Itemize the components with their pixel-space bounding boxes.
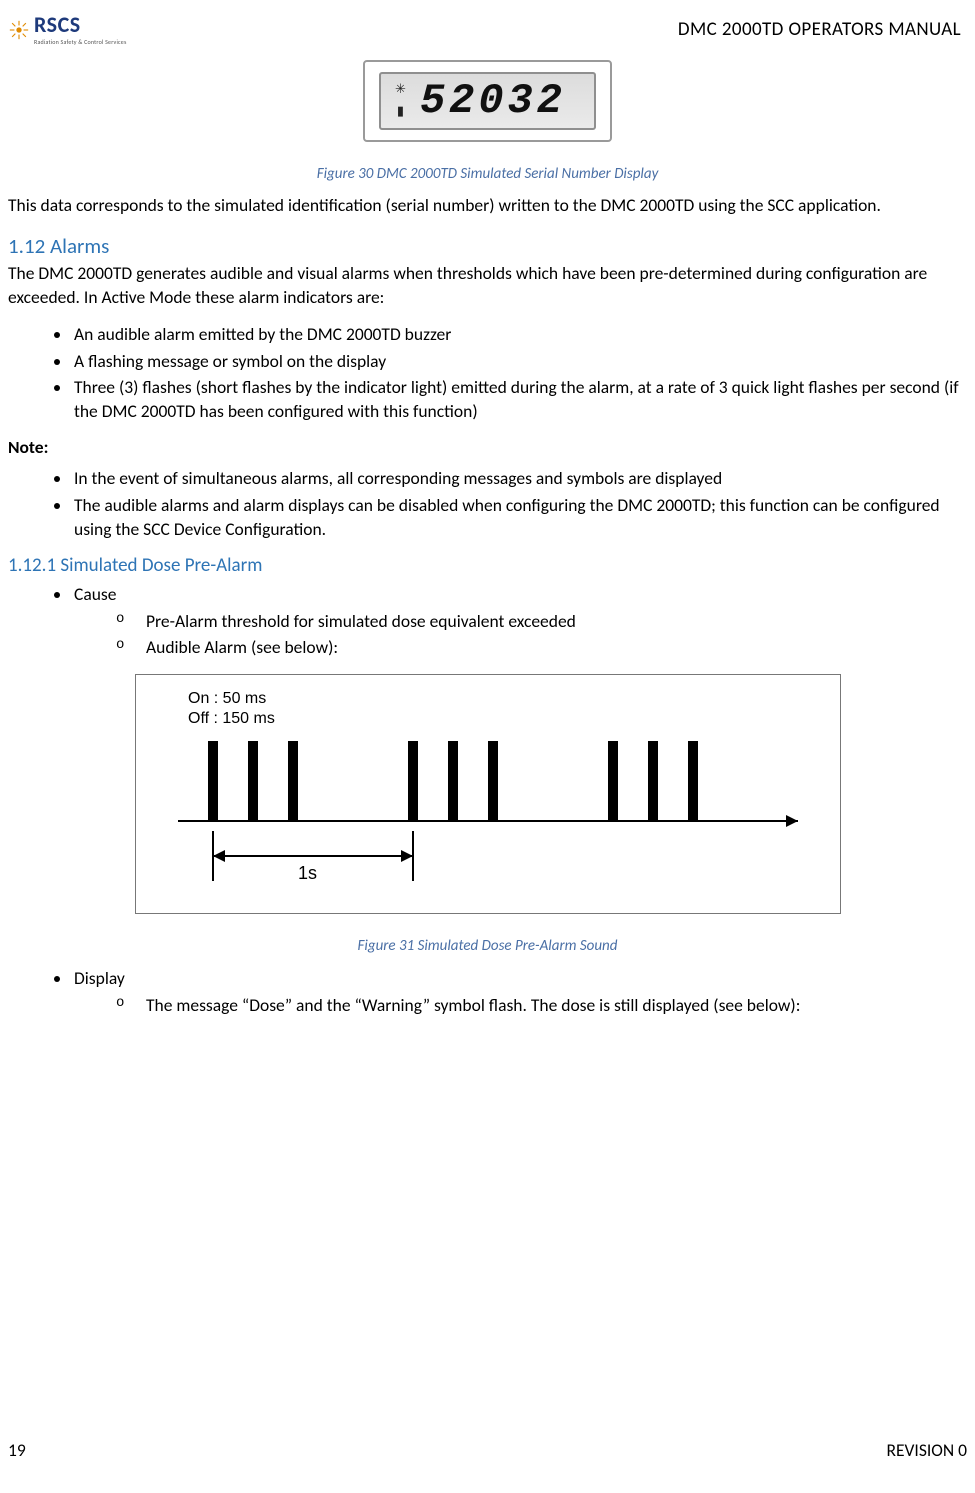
- list-item: Audible Alarm (see below):: [116, 636, 967, 660]
- intro-paragraph: This data corresponds to the simulated i…: [8, 194, 967, 218]
- list-item: In the event of simultaneous alarms, all…: [72, 467, 967, 491]
- satellite-icon: ✳: [395, 81, 406, 99]
- revision-label: REVISION 0: [886, 1439, 967, 1463]
- lcd-figure: ✳ ▮ 52032: [8, 60, 967, 142]
- brand-subtitle: Radiation Safety & Control Services: [34, 38, 127, 46]
- timing-interval-label: 1s: [298, 863, 317, 883]
- list-item: The message “Dose” and the “Warning” sym…: [116, 994, 967, 1018]
- timing-on-label: On : 50 ms: [188, 690, 266, 707]
- figure-31-caption: Figure 31 Simulated Dose Pre-Alarm Sound: [8, 936, 967, 956]
- brand-name: RSCS: [34, 11, 81, 38]
- note-list: In the event of simultaneous alarms, all…: [8, 467, 967, 541]
- page-footer: 19 REVISION 0: [8, 1439, 967, 1463]
- brand-logo: RSCS Radiation Safety & Control Services: [8, 14, 127, 46]
- section-1-12-1-heading: 1.12.1 Simulated Dose Pre-Alarm: [8, 553, 967, 579]
- section-1-12-heading: 1.12 Alarms: [8, 232, 967, 260]
- cause-sublist: Pre-Alarm threshold for simulated dose e…: [74, 610, 967, 659]
- list-item: An audible alarm emitted by the DMC 2000…: [72, 323, 967, 347]
- list-item: A flashing message or symbol on the disp…: [72, 350, 967, 374]
- list-item: The audible alarms and alarm displays ca…: [72, 494, 967, 541]
- note-label: Note:: [8, 436, 967, 460]
- display-label: Display: [74, 967, 125, 989]
- timing-off-label: Off : 150 ms: [188, 710, 275, 727]
- page-header: RSCS Radiation Safety & Control Services…: [8, 14, 967, 46]
- section-1-12-intro: The DMC 2000TD generates audible and vis…: [8, 262, 967, 309]
- cause-list: Cause Pre-Alarm threshold for simulated …: [8, 583, 967, 660]
- cause-item: Cause Pre-Alarm threshold for simulated …: [72, 583, 967, 660]
- pulse-timing-icon: On : 50 ms Off : 150 ms: [148, 681, 828, 901]
- figure-30-caption: Figure 30 DMC 2000TD Simulated Serial Nu…: [8, 164, 967, 184]
- cause-label: Cause: [74, 583, 116, 605]
- display-item: Display The message “Dose” and the “Warn…: [72, 967, 967, 1018]
- spark-icon: [8, 19, 30, 41]
- document-title: DMC 2000TD OPERATORS MANUAL: [678, 17, 967, 43]
- battery-icon: ▮: [395, 103, 406, 121]
- timing-diagram-figure: On : 50 ms Off : 150 ms: [8, 674, 967, 915]
- page-number: 19: [8, 1439, 26, 1463]
- list-item: Pre-Alarm threshold for simulated dose e…: [116, 610, 967, 634]
- lcd-serial-digits: 52032: [420, 80, 566, 122]
- lcd-annunciator-icons: ✳ ▮: [395, 81, 406, 120]
- alarm-indicators-list: An audible alarm emitted by the DMC 2000…: [8, 323, 967, 424]
- list-item: Three (3) flashes (short flashes by the …: [72, 376, 967, 423]
- document-page: RSCS Radiation Safety & Control Services…: [0, 0, 975, 1493]
- brand-text: RSCS Radiation Safety & Control Services: [34, 14, 127, 46]
- display-sublist: The message “Dose” and the “Warning” sym…: [74, 994, 967, 1018]
- display-list: Display The message “Dose” and the “Warn…: [8, 967, 967, 1018]
